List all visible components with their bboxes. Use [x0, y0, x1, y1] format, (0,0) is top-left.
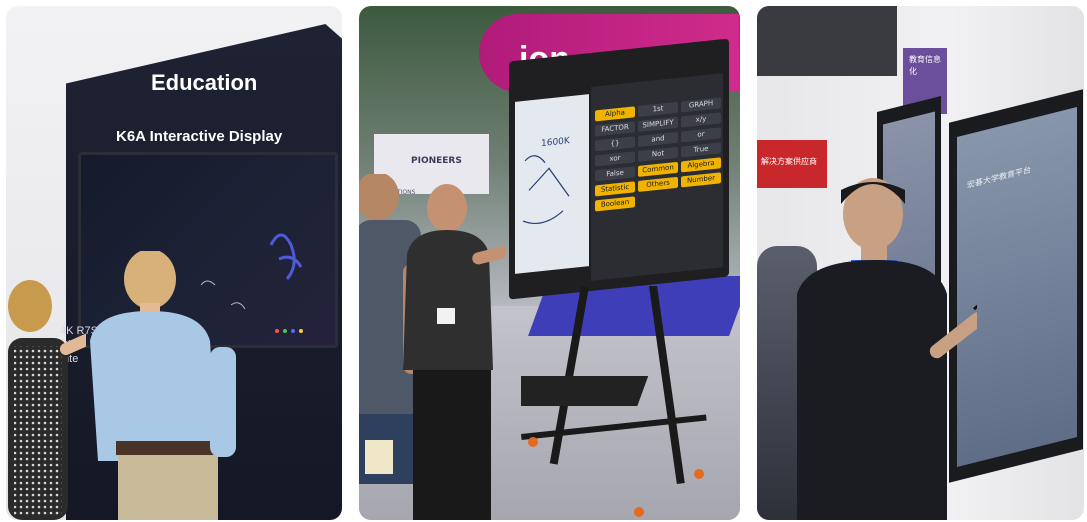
calculator-key[interactable]: Statistic [595, 181, 635, 197]
calculator-key[interactable]: and [638, 131, 678, 147]
whiteboard-area: 1600K [515, 94, 589, 274]
booth-subheading: K6A Interactive Display [116, 128, 283, 145]
calculator-key[interactable]: x/y [681, 112, 721, 128]
calculator-key[interactable]: SIMPLIFY [638, 116, 678, 132]
ceiling [757, 6, 897, 76]
calculator-key[interactable]: Boolean [595, 196, 635, 212]
calculator-key[interactable]: or [681, 127, 721, 143]
calculator-key[interactable]: GRAPH [681, 97, 721, 113]
woman-figure [8, 280, 86, 520]
purple-sign-text: 教育信息化 [909, 55, 941, 76]
photo-exhibition-hall: ion EL PIONEERS SOLUTIONS 1600K Alpha1st… [359, 6, 740, 520]
man-navy-polo-figure [797, 178, 977, 520]
calculator-key[interactable]: Number [681, 172, 721, 188]
photo-display-demo: 解决方案供应商 教育信息化 宏碁大学教育平台 [757, 6, 1084, 520]
pioneers-text: PIONEERS [411, 156, 462, 166]
calculator-key[interactable]: Others [638, 176, 678, 192]
calculator-key[interactable]: True [681, 142, 721, 158]
calculator-key[interactable]: {} [595, 136, 635, 152]
photo-education-booth: Education K6A Interactive Display 4K R7S… [6, 6, 342, 520]
calculator-app: Alpha 1st GRAPH FACTOR SIMPLIFY x/y {} and or xor… [591, 73, 723, 281]
calculator-key[interactable]: FACTOR [595, 121, 635, 137]
mobile-stand [521, 286, 707, 517]
red-sign-text: 解决方案供应商 [761, 157, 817, 166]
calculator-key[interactable]: Common [638, 161, 678, 177]
calculator-key[interactable]: xor [595, 151, 635, 167]
booth-heading: Education [151, 70, 258, 95]
calculator-key[interactable]: False [595, 166, 635, 182]
calculator-key[interactable]: 1st [638, 101, 678, 117]
calculator-key[interactable]: Alpha [595, 106, 635, 122]
calculator-key[interactable]: Not [638, 146, 678, 162]
calculator-key[interactable]: Algebra [681, 157, 721, 173]
man-light-blue-shirt-figure [90, 251, 236, 520]
man-black-outfit-figure [403, 184, 506, 520]
